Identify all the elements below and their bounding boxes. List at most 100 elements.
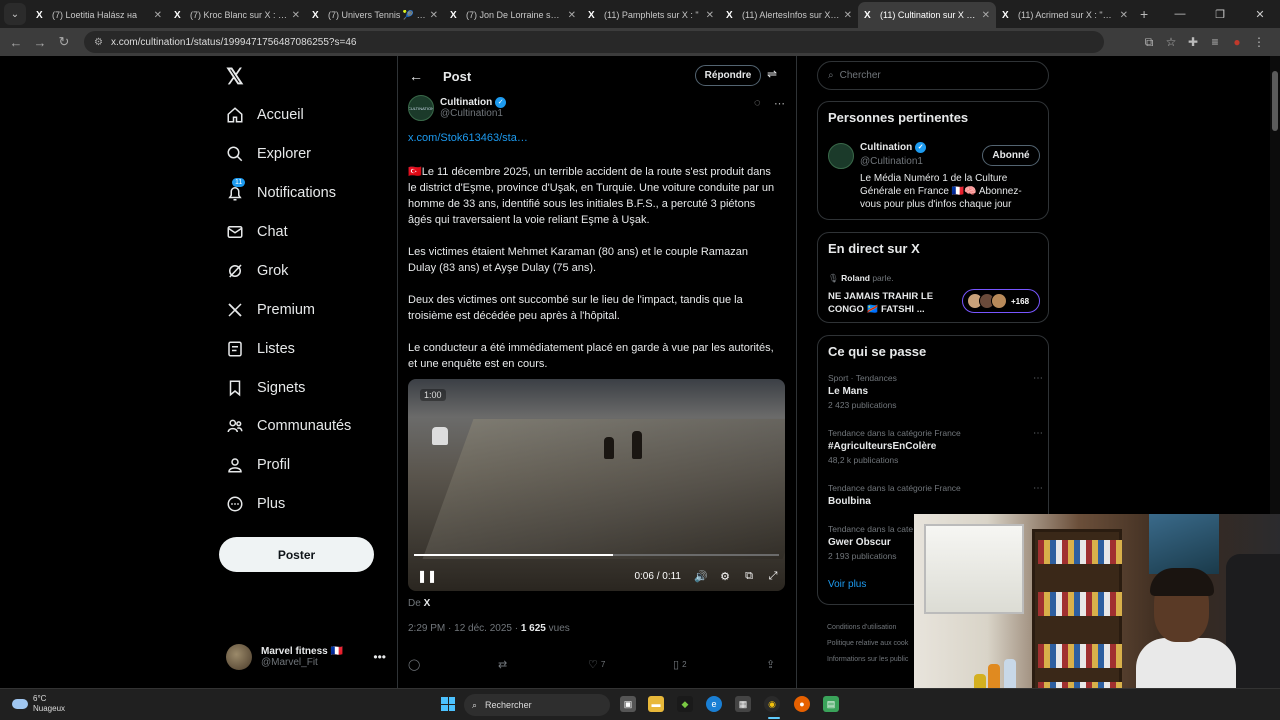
nav-item-grok[interactable]: Grok <box>226 256 288 286</box>
browser-tab[interactable]: X (7) Univers Tennis 🎾 sur ✕ <box>306 2 444 28</box>
live-space-title[interactable]: NE JAMAIS TRAHIR LE CONGO 🇨🇩 FATSHI ... <box>828 290 948 316</box>
back-arrow-icon[interactable]: ← <box>409 68 423 84</box>
nav-item-plus[interactable]: Plus <box>226 489 285 519</box>
trend-item[interactable]: Tendance dans la catégorie France #Agricu… <box>828 428 1043 465</box>
close-tab-icon[interactable]: ✕ <box>292 10 300 21</box>
post-button[interactable]: Poster <box>219 537 374 572</box>
close-tab-icon[interactable]: ✕ <box>154 10 162 21</box>
post-link[interactable]: x.com/Stok613463/sta… <box>408 132 528 144</box>
windows-start-icon[interactable] <box>441 697 455 711</box>
settings-icon[interactable]: ⚙ <box>713 570 737 583</box>
like-action[interactable]: ♡ 7 <box>588 656 673 672</box>
bookmark-star-icon[interactable]: ☆ <box>1160 35 1182 49</box>
site-info-icon[interactable]: ⚙ <box>94 37 103 48</box>
nav-item-accueil[interactable]: Accueil <box>226 100 304 130</box>
nvidia-icon[interactable]: ◆ <box>677 696 693 712</box>
nav-item-premium[interactable]: Premium <box>226 295 315 325</box>
close-tab-icon[interactable]: ✕ <box>568 10 576 21</box>
nav-item-listes[interactable]: Listes <box>226 334 295 364</box>
live-listeners-pill[interactable]: +168 <box>962 289 1040 313</box>
url-field[interactable]: ⚙ x.com/cultination1/status/199947175648… <box>84 31 1104 53</box>
edge-icon[interactable]: e <box>706 696 722 712</box>
task-view-icon[interactable]: ▣ <box>620 696 636 712</box>
avatar[interactable] <box>828 143 854 169</box>
tab-search-menu[interactable]: ⌄ <box>4 3 26 25</box>
taskbar-search[interactable]: ⌕ Rechercher <box>464 694 610 716</box>
close-tab-icon[interactable]: ✕ <box>982 10 990 21</box>
browser-tab[interactable]: X (11) Cultination sur X : "Le ✕ <box>858 2 996 28</box>
close-tab-icon[interactable]: ✕ <box>844 10 852 21</box>
search-input[interactable]: ⌕ Chercher <box>817 61 1049 90</box>
nav-item-profil[interactable]: Profil <box>226 450 290 480</box>
nav-item-signets[interactable]: Signets <box>226 373 305 403</box>
new-tab-button[interactable]: + <box>1140 6 1148 22</box>
repost-action[interactable]: ⇄ <box>498 656 588 672</box>
close-tab-icon[interactable]: ✕ <box>1120 10 1128 21</box>
forward-button[interactable]: → <box>28 35 52 50</box>
show-more-link[interactable]: Voir plus <box>828 579 866 590</box>
reply-action[interactable]: ◯ <box>408 656 498 672</box>
more-icon[interactable]: ⋯ <box>1033 483 1043 494</box>
firefox-icon[interactable]: ● <box>794 696 810 712</box>
app-icon[interactable]: ▤ <box>823 696 839 712</box>
browser-menu-icon[interactable]: ⋮ <box>1248 35 1270 49</box>
author-name[interactable]: Cultination <box>440 97 492 108</box>
volume-icon[interactable]: 🔊 <box>689 570 713 583</box>
browser-tab[interactable]: X (11) Pamphlets sur X : " ✕ <box>582 2 720 28</box>
author-handle[interactable]: @Cultination1 <box>440 108 506 119</box>
pip-icon[interactable]: ⧉ <box>737 570 761 583</box>
more-icon[interactable]: ⋯ <box>1033 428 1043 439</box>
nav-item-notifications[interactable]: 11 Notifications <box>226 178 336 208</box>
close-window-button[interactable]: ✕ <box>1240 8 1280 21</box>
file-explorer-icon[interactable]: ▬ <box>648 696 664 712</box>
back-button[interactable]: ← <box>4 35 28 50</box>
video-player[interactable]: 1:00 ❚❚ 0:06 / 0:11 🔊 ⚙ ⧉ ⤢ <box>408 379 785 591</box>
browser-tab[interactable]: X (11) Acrimed sur X : "Mise ✕ <box>996 2 1134 28</box>
profile-icon[interactable]: ● <box>1226 35 1248 49</box>
source-name[interactable]: X <box>424 598 431 609</box>
browser-tab[interactable]: X (11) AlertesInfos sur X : " ✕ <box>720 2 858 28</box>
chrome-icon[interactable]: ◉ <box>764 696 780 712</box>
extensions-icon[interactable]: ✚ <box>1182 35 1204 49</box>
browser-tab[interactable]: X (7) Kroc Blanc sur X : "On ✕ <box>168 2 306 28</box>
post-timestamp[interactable]: 2:29 PM · 12 déc. 2025 · <box>408 623 521 634</box>
minimize-button[interactable]: — <box>1160 8 1200 20</box>
more-icon[interactable]: ⋯ <box>774 97 785 110</box>
nav-item-chat[interactable]: Chat <box>226 217 288 247</box>
install-app-icon[interactable]: ⧉ <box>1138 35 1160 50</box>
trend-item[interactable]: Tendance dans la catégorie France Boulbin… <box>828 483 1043 507</box>
reading-list-icon[interactable]: ≡ <box>1204 35 1226 49</box>
close-tab-icon[interactable]: ✕ <box>706 10 714 21</box>
share-icon[interactable]: ⇪ <box>766 656 775 672</box>
scrollbar-thumb[interactable] <box>1272 71 1278 131</box>
nav-item-communautés[interactable]: Communautés <box>226 411 351 441</box>
close-tab-icon[interactable]: ✕ <box>430 10 438 21</box>
nav-item-explorer[interactable]: Explorer <box>226 139 311 169</box>
store-icon[interactable]: ▦ <box>735 696 751 712</box>
pause-icon[interactable]: ❚❚ <box>417 569 437 583</box>
reload-button[interactable]: ↻ <box>52 34 76 50</box>
person-name[interactable]: Cultination ✓ <box>860 142 927 153</box>
browser-tab[interactable]: X (7) Loetitia Halász на ✕ <box>30 2 168 28</box>
x-logo-icon[interactable]: 𝕏 <box>226 64 244 90</box>
person-handle[interactable]: @Cultination1 <box>860 156 923 167</box>
video-progress-bar[interactable] <box>414 554 779 556</box>
more-icon[interactable]: ••• <box>373 650 386 664</box>
footer-link[interactable]: Conditions d'utilisation <box>827 620 908 636</box>
footer-link[interactable]: Politique relative aux cook <box>827 636 908 652</box>
follow-button[interactable]: Abonné <box>982 145 1040 166</box>
bookmark-action[interactable]: ▯ 2 <box>673 656 766 672</box>
post-author[interactable]: CULTINATION Cultination ✓ @Cultination1 <box>408 95 507 121</box>
weather-widget[interactable]: 6°C Nuageux <box>12 694 65 714</box>
reply-button[interactable]: Répondre <box>695 65 761 86</box>
avatar[interactable]: CULTINATION <box>408 95 434 121</box>
filter-icon[interactable]: ⇌ <box>767 67 777 81</box>
maximize-button[interactable]: ❐ <box>1200 8 1240 21</box>
grok-icon[interactable]: ◌ <box>754 97 761 109</box>
browser-tab[interactable]: X (7) Jon De Lorraine sur X ✕ <box>444 2 582 28</box>
account-switcher[interactable]: Marvel fitness 🇫🇷 @Marvel_Fit ••• <box>226 644 386 670</box>
footer-link[interactable]: Informations sur les public <box>827 652 908 668</box>
trend-item[interactable]: Sport · Tendances Le Mans 2 423 publicatio… <box>828 373 1043 410</box>
fullscreen-icon[interactable]: ⤢ <box>761 570 785 583</box>
more-icon[interactable]: ⋯ <box>1033 373 1043 384</box>
